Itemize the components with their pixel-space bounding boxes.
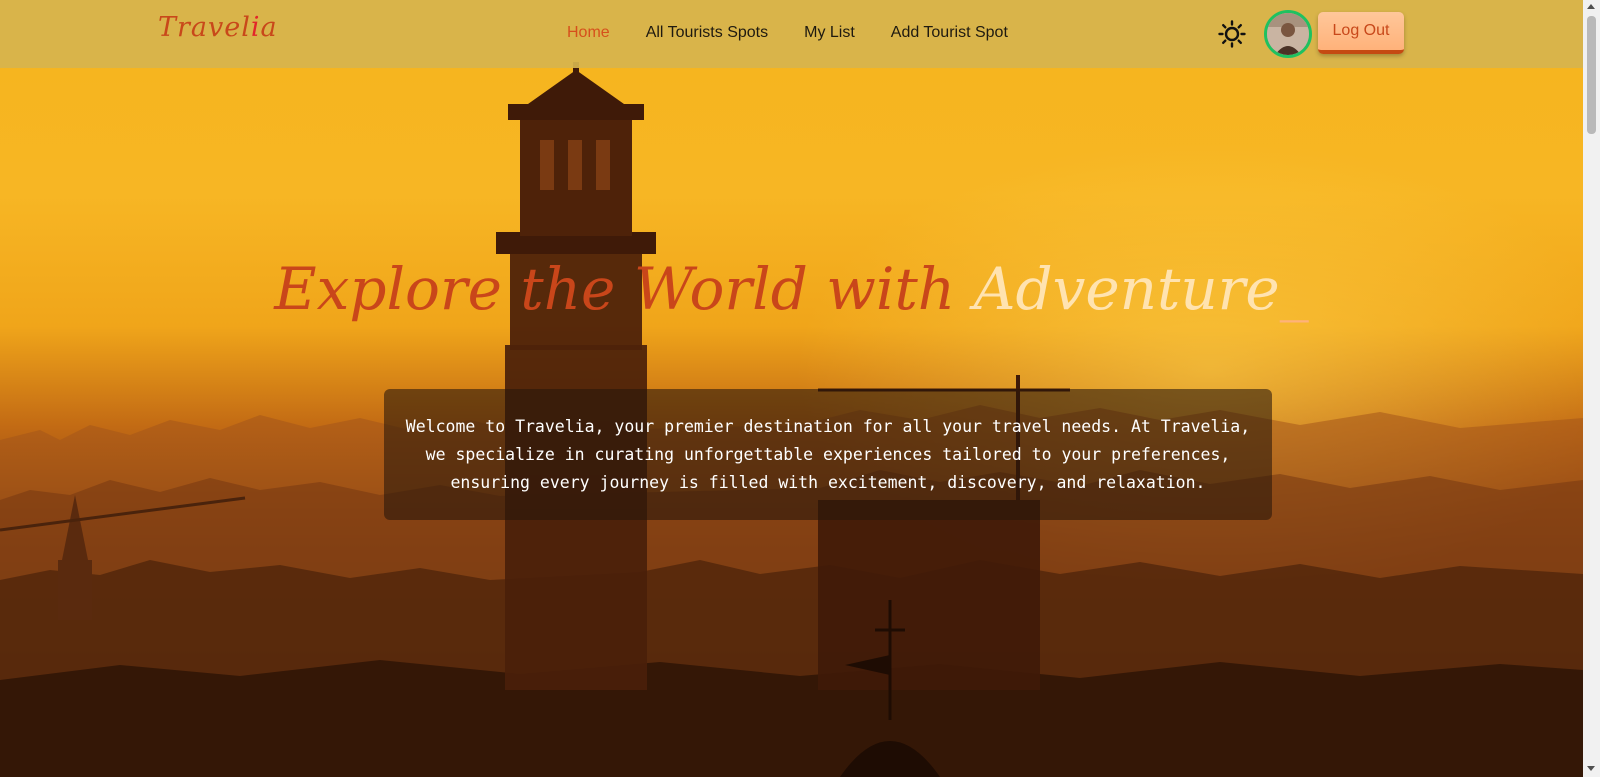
intro-line: we specialize in curating unforgettable … — [425, 445, 1231, 464]
nav-links: Home All Tourists Spots My List Add Tour… — [567, 24, 1044, 42]
page-scrollbar[interactable] — [1583, 0, 1600, 777]
intro-line: Welcome to Travelia, your premier destin… — [405, 417, 1251, 436]
nav-link-home[interactable]: Home — [567, 24, 610, 42]
logout-button[interactable]: Log Out — [1318, 12, 1404, 54]
hero-headline: Explore the World with Adventure_ — [0, 255, 1583, 323]
brand-name-part1: Travel — [158, 12, 251, 43]
sun-icon — [1218, 20, 1246, 48]
top-navbar: Travelia Home All Tourists Spots My List… — [0, 0, 1583, 68]
brand-logo[interactable]: Travelia — [158, 12, 278, 43]
scroll-up-arrow-icon[interactable] — [1587, 4, 1595, 9]
intro-line: ensuring every journey is filled with ex… — [450, 473, 1206, 492]
intro-text-box: Welcome to Travelia, your premier destin… — [384, 389, 1272, 520]
nav-link-my-list[interactable]: My List — [804, 24, 855, 42]
nav-link-all-tourists-spots[interactable]: All Tourists Spots — [646, 24, 768, 42]
nav-link-add-tourist-spot[interactable]: Add Tourist Spot — [891, 24, 1008, 42]
brand-name-accent: i — [250, 12, 261, 43]
scroll-down-arrow-icon[interactable] — [1587, 766, 1595, 771]
user-avatar[interactable] — [1264, 10, 1312, 58]
typing-cursor: _ — [1279, 255, 1309, 323]
brand-name-part2: a — [260, 12, 278, 43]
headline-main-text: Explore the World with — [274, 255, 974, 323]
scrollbar-thumb[interactable] — [1587, 16, 1596, 134]
theme-toggle-button[interactable] — [1218, 20, 1246, 48]
headline-typed-text: Adventure — [973, 255, 1280, 323]
user-avatar-image — [1267, 13, 1309, 55]
